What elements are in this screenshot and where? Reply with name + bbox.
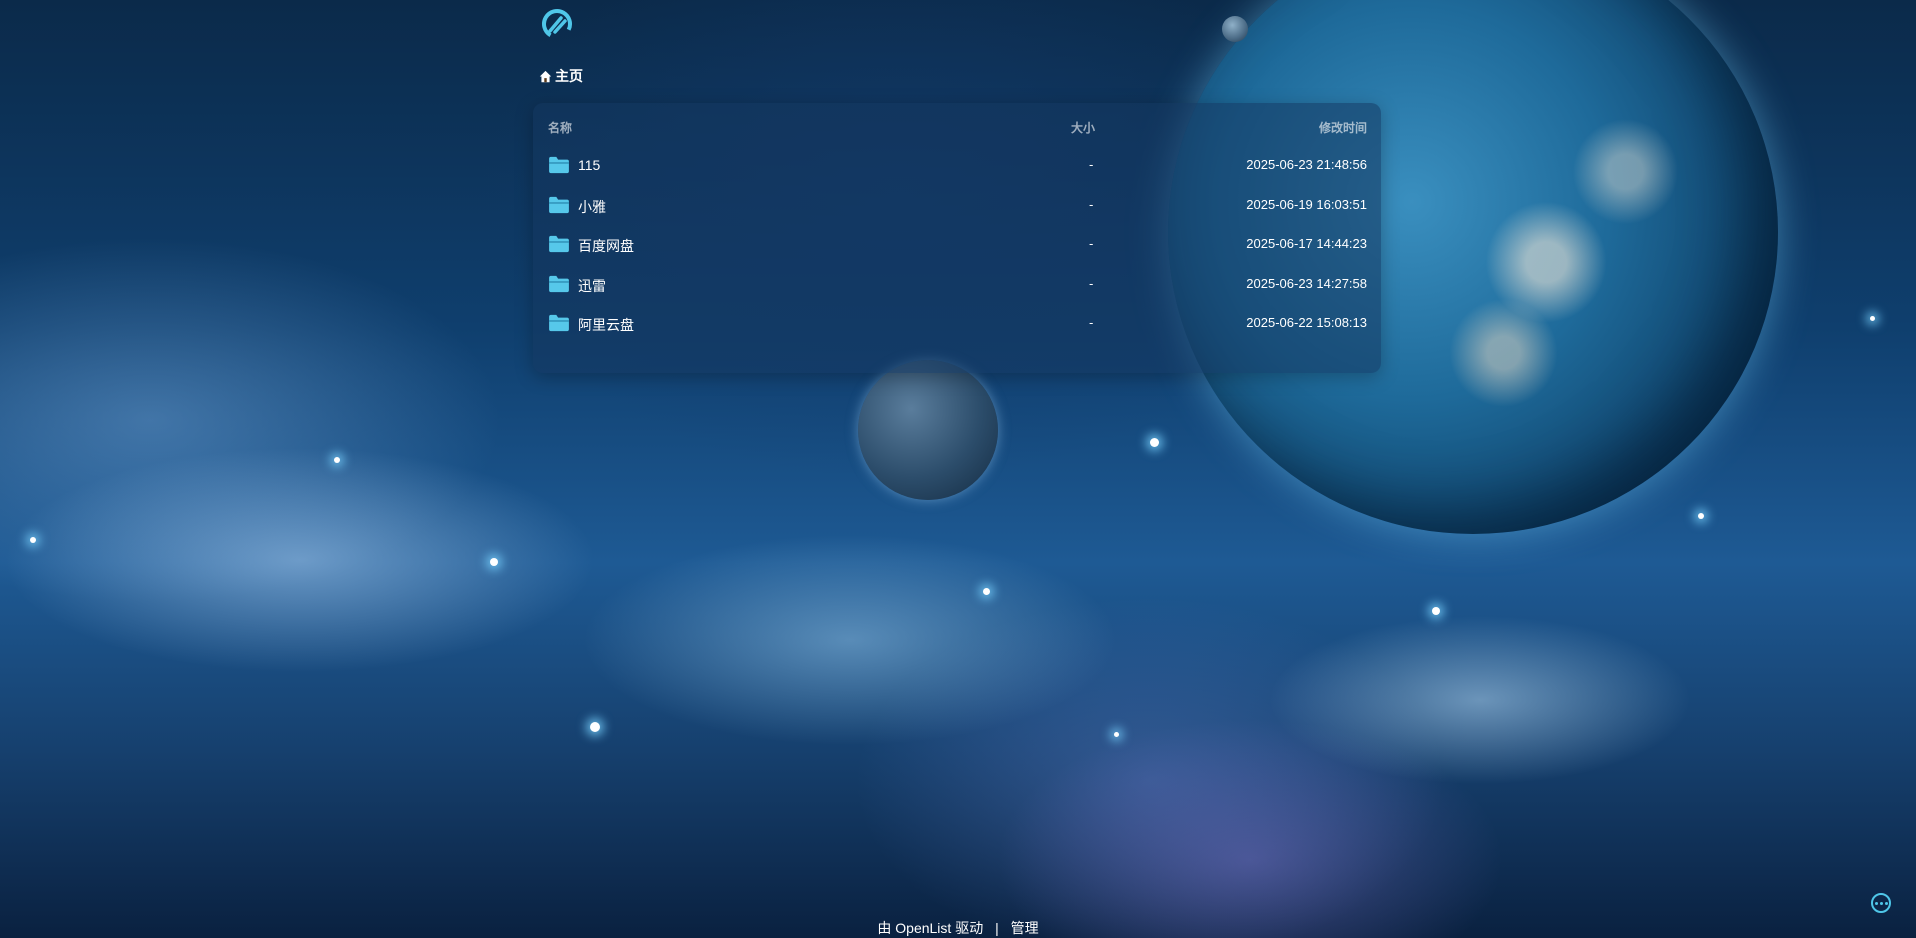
file-row[interactable]: 115 - 2025-06-23 21:48:56	[533, 149, 1381, 183]
more-options-button[interactable]	[1871, 893, 1891, 913]
star-glow	[1150, 438, 1159, 447]
breadcrumb-home-label: 主页	[555, 68, 583, 84]
star-glow	[1114, 732, 1119, 737]
folder-icon	[549, 314, 569, 332]
file-name: 115	[578, 157, 601, 173]
file-row[interactable]: 百度网盘 - 2025-06-17 14:44:23	[533, 228, 1381, 262]
file-modified: 2025-06-23 21:48:56	[1246, 157, 1367, 172]
file-modified: 2025-06-19 16:03:51	[1246, 197, 1367, 212]
file-name: 迅雷	[578, 278, 606, 294]
star-glow	[490, 558, 498, 566]
file-name: 百度网盘	[578, 238, 634, 254]
star-glow	[590, 722, 600, 732]
file-modified: 2025-06-17 14:44:23	[1246, 236, 1367, 251]
file-size: -	[1089, 197, 1094, 212]
star-glow	[983, 588, 990, 595]
file-size: -	[1089, 157, 1094, 172]
file-size: -	[1089, 276, 1094, 291]
footer-separator: |	[995, 920, 999, 936]
breadcrumb-home[interactable]: 主页	[539, 66, 583, 86]
footer: 由 OpenList 驱动 | 管理	[0, 918, 1916, 938]
star-glow	[30, 537, 36, 543]
powered-by-link[interactable]: 由 OpenList 驱动	[877, 918, 983, 938]
admin-link[interactable]: 管理	[1011, 918, 1039, 938]
moon-background-image	[858, 360, 998, 500]
more-dot-icon	[1874, 901, 1878, 905]
column-header-name[interactable]: 名称	[548, 119, 572, 136]
star-glow	[1870, 316, 1875, 321]
file-row[interactable]: 迅雷 - 2025-06-23 14:27:58	[533, 268, 1381, 302]
folder-icon	[549, 275, 569, 293]
column-header-modified[interactable]: 修改时间	[1319, 119, 1367, 136]
file-name: 阿里云盘	[578, 317, 634, 333]
file-size: -	[1089, 236, 1094, 251]
folder-icon	[549, 196, 569, 214]
column-header-size[interactable]: 大小	[1071, 119, 1095, 136]
file-row[interactable]: 阿里云盘 - 2025-06-22 15:08:13	[533, 307, 1381, 341]
file-row[interactable]: 小雅 - 2025-06-19 16:03:51	[533, 189, 1381, 223]
more-dot-icon	[1879, 901, 1883, 905]
home-icon	[539, 70, 552, 82]
file-list-panel: 名称 大小 修改时间 115 - 2025-06-23 21:48:56 小雅 …	[533, 103, 1381, 373]
openlist-logo-icon[interactable]	[541, 8, 573, 40]
folder-icon	[549, 156, 569, 174]
file-size: -	[1089, 315, 1094, 330]
star-glow	[334, 457, 340, 463]
small-moon-background-image	[1222, 16, 1248, 42]
file-modified: 2025-06-23 14:27:58	[1246, 276, 1367, 291]
more-dot-icon	[1884, 901, 1888, 905]
star-glow	[1698, 513, 1704, 519]
file-modified: 2025-06-22 15:08:13	[1246, 315, 1367, 330]
file-name: 小雅	[578, 199, 606, 215]
folder-icon	[549, 235, 569, 253]
star-glow	[1432, 607, 1440, 615]
